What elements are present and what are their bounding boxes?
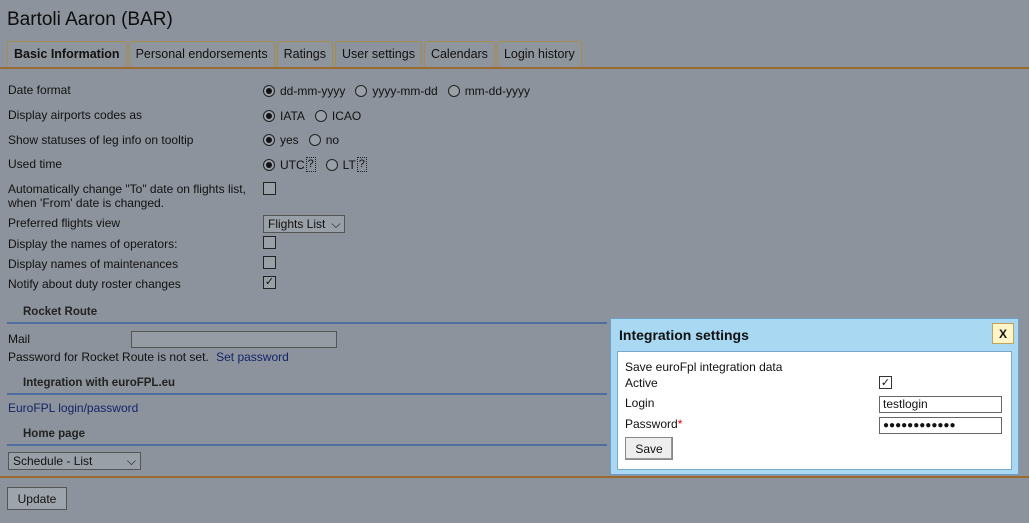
rocket-route-section: Rocket Route: [7, 302, 607, 324]
password-note-text: Password for Rocket Route is not set.: [8, 350, 209, 364]
date-format-option-yyyymmdd[interactable]: yyyy-mm-dd: [355, 84, 438, 98]
option-label: ICAO: [331, 109, 362, 123]
home-page-heading: Home page: [23, 428, 85, 440]
preferred-view-select[interactable]: Flights List ⌵: [263, 215, 346, 233]
login-label: Login: [625, 396, 655, 410]
required-marker: *: [677, 417, 683, 431]
option-label: LT: [342, 157, 356, 172]
tab-ratings[interactable]: Ratings: [276, 41, 333, 67]
date-format-option-ddmmyyyy[interactable]: dd-mm-yyyy: [263, 84, 345, 98]
footer-divider: [0, 476, 1029, 478]
operator-names-checkbox[interactable]: [263, 236, 276, 249]
option-label: yes: [280, 133, 299, 147]
select-value: Schedule - List: [13, 454, 93, 468]
duty-roster-label: Notify about duty roster changes: [8, 277, 181, 291]
rocket-route-password-note: Password for Rocket Route is not set. Se…: [8, 350, 289, 364]
help-icon[interactable]: ?: [305, 157, 316, 172]
checkmark-icon: ✓: [264, 276, 275, 288]
tab-bar: Basic Information Personal endorsements …: [7, 41, 582, 69]
eurofpl-login-link[interactable]: EuroFPL login/password: [8, 401, 138, 415]
leg-statuses-options: yes no: [263, 133, 349, 147]
used-time-option-utc[interactable]: UTC?: [263, 157, 316, 172]
checkmark-icon: ✓: [880, 377, 891, 389]
airport-codes-options: IATA ICAO: [263, 109, 371, 123]
auto-change-label-line2: when 'From' date is changed.: [8, 196, 164, 210]
leg-statuses-option-no[interactable]: no: [308, 133, 340, 147]
option-label: mm-dd-yyyy: [464, 84, 531, 98]
airport-codes-label: Display airports codes as: [8, 108, 143, 122]
preferred-view-label: Preferred flights view: [8, 216, 121, 230]
radio-checked-icon[interactable]: [263, 110, 275, 122]
maintenance-names-checkbox[interactable]: [263, 256, 276, 269]
home-page-select[interactable]: Schedule - List ⌵: [8, 452, 141, 470]
duty-roster-checkbox[interactable]: ✓: [263, 276, 276, 289]
login-input[interactable]: testlogin: [879, 396, 1002, 413]
radio-checked-icon[interactable]: [263, 158, 275, 171]
radio-unchecked-icon[interactable]: [308, 134, 321, 146]
maintenance-names-label: Display names of maintenances: [8, 257, 179, 271]
option-label: dd-mm-yyyy: [280, 84, 346, 98]
dialog-body: Save euroFpl integration data Active ✓ L…: [617, 351, 1012, 470]
operator-names-label: Display the names of operators:: [8, 237, 178, 251]
integration-settings-dialog: Integration settings X Save euroFpl inte…: [610, 318, 1019, 475]
password-input[interactable]: ●●●●●●●●●●●●: [879, 417, 1002, 434]
radio-unchecked-icon[interactable]: [325, 158, 338, 171]
eurofpl-section: Integration with euroFPL.eu: [7, 373, 607, 395]
airport-codes-option-icao[interactable]: ICAO: [314, 109, 362, 123]
option-label: yyyy-mm-dd: [372, 84, 438, 98]
auto-change-label-line1: Automatically change "To" date on flight…: [8, 182, 246, 196]
radio-unchecked-icon[interactable]: [447, 85, 460, 97]
save-button[interactable]: Save: [625, 437, 673, 460]
option-label: no: [325, 133, 340, 147]
radio-unchecked-icon[interactable]: [314, 110, 327, 122]
option-label: IATA: [280, 109, 305, 123]
dialog-subtitle: Save euroFpl integration data: [625, 360, 783, 374]
active-label: Active: [625, 376, 658, 390]
password-label-text: Password: [625, 417, 678, 431]
radio-checked-icon[interactable]: [263, 85, 275, 97]
used-time-label: Used time: [8, 157, 63, 171]
chevron-down-icon: ⌵: [126, 453, 136, 468]
page-title: Bartoli Aaron (BAR): [7, 9, 173, 30]
close-button[interactable]: X: [992, 323, 1014, 344]
tab-calendars[interactable]: Calendars: [423, 41, 495, 67]
used-time-option-lt[interactable]: LT?: [325, 157, 367, 172]
home-page-section: Home page: [7, 424, 607, 446]
airport-codes-option-iata[interactable]: IATA: [263, 109, 305, 123]
tab-personal-endorsements[interactable]: Personal endorsements: [128, 41, 275, 67]
set-password-link[interactable]: Set password: [216, 350, 289, 364]
mail-input[interactable]: [131, 331, 337, 348]
radio-checked-icon[interactable]: [263, 134, 275, 146]
option-label: UTC: [280, 157, 305, 172]
tab-user-settings[interactable]: User settings: [335, 41, 422, 69]
mail-label: Mail: [8, 332, 31, 346]
select-value: Flights List: [268, 217, 326, 231]
used-time-options: UTC? LT?: [263, 157, 377, 172]
radio-unchecked-icon[interactable]: [355, 85, 368, 97]
rocket-route-heading: Rocket Route: [23, 306, 98, 318]
date-format-label: Date format: [8, 83, 71, 97]
chevron-down-icon: ⌵: [331, 216, 341, 231]
active-checkbox[interactable]: ✓: [879, 376, 892, 389]
leg-statuses-label: Show statuses of leg info on tooltip: [8, 133, 194, 147]
leg-statuses-option-yes[interactable]: yes: [263, 133, 299, 147]
password-label: Password*: [625, 417, 682, 431]
eurofpl-heading: Integration with euroFPL.eu: [23, 377, 176, 389]
date-format-option-mmddyyyy[interactable]: mm-dd-yyyy: [447, 84, 531, 98]
tab-basic-information[interactable]: Basic Information: [7, 41, 127, 67]
dialog-title: Integration settings: [619, 327, 749, 343]
update-button[interactable]: Update: [7, 487, 67, 510]
help-icon[interactable]: ?: [356, 157, 367, 172]
auto-change-checkbox[interactable]: [263, 182, 276, 195]
tab-divider: [0, 67, 1029, 69]
tab-login-history[interactable]: Login history: [496, 41, 582, 67]
date-format-options: dd-mm-yyyy yyyy-mm-dd mm-dd-yyyy: [263, 84, 540, 98]
